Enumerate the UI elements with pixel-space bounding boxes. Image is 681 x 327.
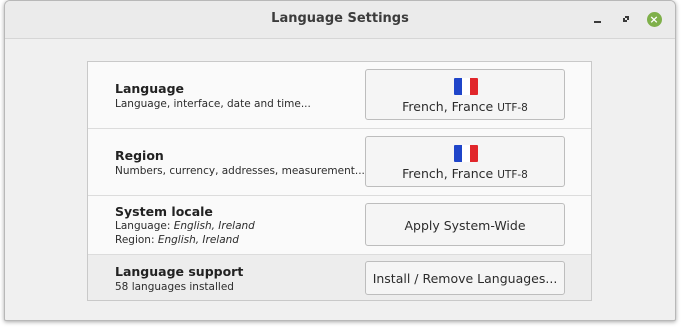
- language-locale-encoding: UTF-8: [497, 102, 528, 114]
- system-locale-heading: System locale: [115, 204, 213, 219]
- language-locale-name: French, France: [402, 99, 494, 114]
- region-select-button[interactable]: French, France UTF-8: [365, 136, 565, 187]
- language-heading: Language: [115, 81, 185, 96]
- language-settings-window: Language Settings × Language Language, i…: [4, 0, 676, 321]
- apply-system-wide-label: Apply System-Wide: [404, 218, 526, 233]
- system-locale-region-label: Region:: [115, 234, 155, 246]
- maximize-icon: [623, 16, 629, 22]
- maximize-button[interactable]: [617, 10, 635, 28]
- system-locale-region-value: English, Ireland: [157, 234, 239, 246]
- language-select-button[interactable]: French, France UTF-8: [365, 69, 565, 120]
- france-flag-icon: [454, 78, 478, 95]
- close-button[interactable]: ×: [645, 10, 663, 28]
- apply-system-wide-button[interactable]: Apply System-Wide: [365, 203, 565, 246]
- window-title: Language Settings: [271, 11, 409, 26]
- region-locale-encoding: UTF-8: [497, 169, 528, 181]
- settings-panel: Language Language, interface, date and t…: [87, 61, 592, 301]
- language-support-description: 58 languages installed: [115, 281, 234, 293]
- system-locale-language-value: English, Ireland: [173, 220, 255, 232]
- language-description: Language, interface, date and time...: [115, 98, 311, 110]
- minimize-icon: [593, 21, 601, 23]
- system-locale-region: Region: English, Ireland: [115, 234, 239, 246]
- language-locale-text: French, France UTF-8: [366, 99, 564, 114]
- language-support-row: Language support 58 languages installed …: [88, 255, 591, 300]
- region-locale-name: French, France: [402, 166, 494, 181]
- install-remove-languages-label: Install / Remove Languages...: [372, 271, 558, 286]
- minimize-button[interactable]: [588, 10, 606, 28]
- system-locale-row: System locale Language: English, Ireland…: [88, 196, 591, 255]
- region-heading: Region: [115, 148, 164, 163]
- install-remove-languages-button[interactable]: Install / Remove Languages...: [365, 261, 565, 295]
- france-flag-icon: [454, 145, 478, 162]
- region-locale-text: French, France UTF-8: [366, 166, 564, 181]
- region-row: Region Numbers, currency, addresses, mea…: [88, 129, 591, 196]
- titlebar[interactable]: Language Settings ×: [5, 1, 675, 39]
- system-locale-language-label: Language:: [115, 220, 171, 232]
- language-support-heading: Language support: [115, 264, 244, 279]
- region-description: Numbers, currency, addresses, measuremen…: [115, 165, 365, 177]
- close-icon: ×: [646, 11, 662, 27]
- system-locale-language: Language: English, Ireland: [115, 220, 255, 232]
- language-row: Language Language, interface, date and t…: [88, 62, 591, 129]
